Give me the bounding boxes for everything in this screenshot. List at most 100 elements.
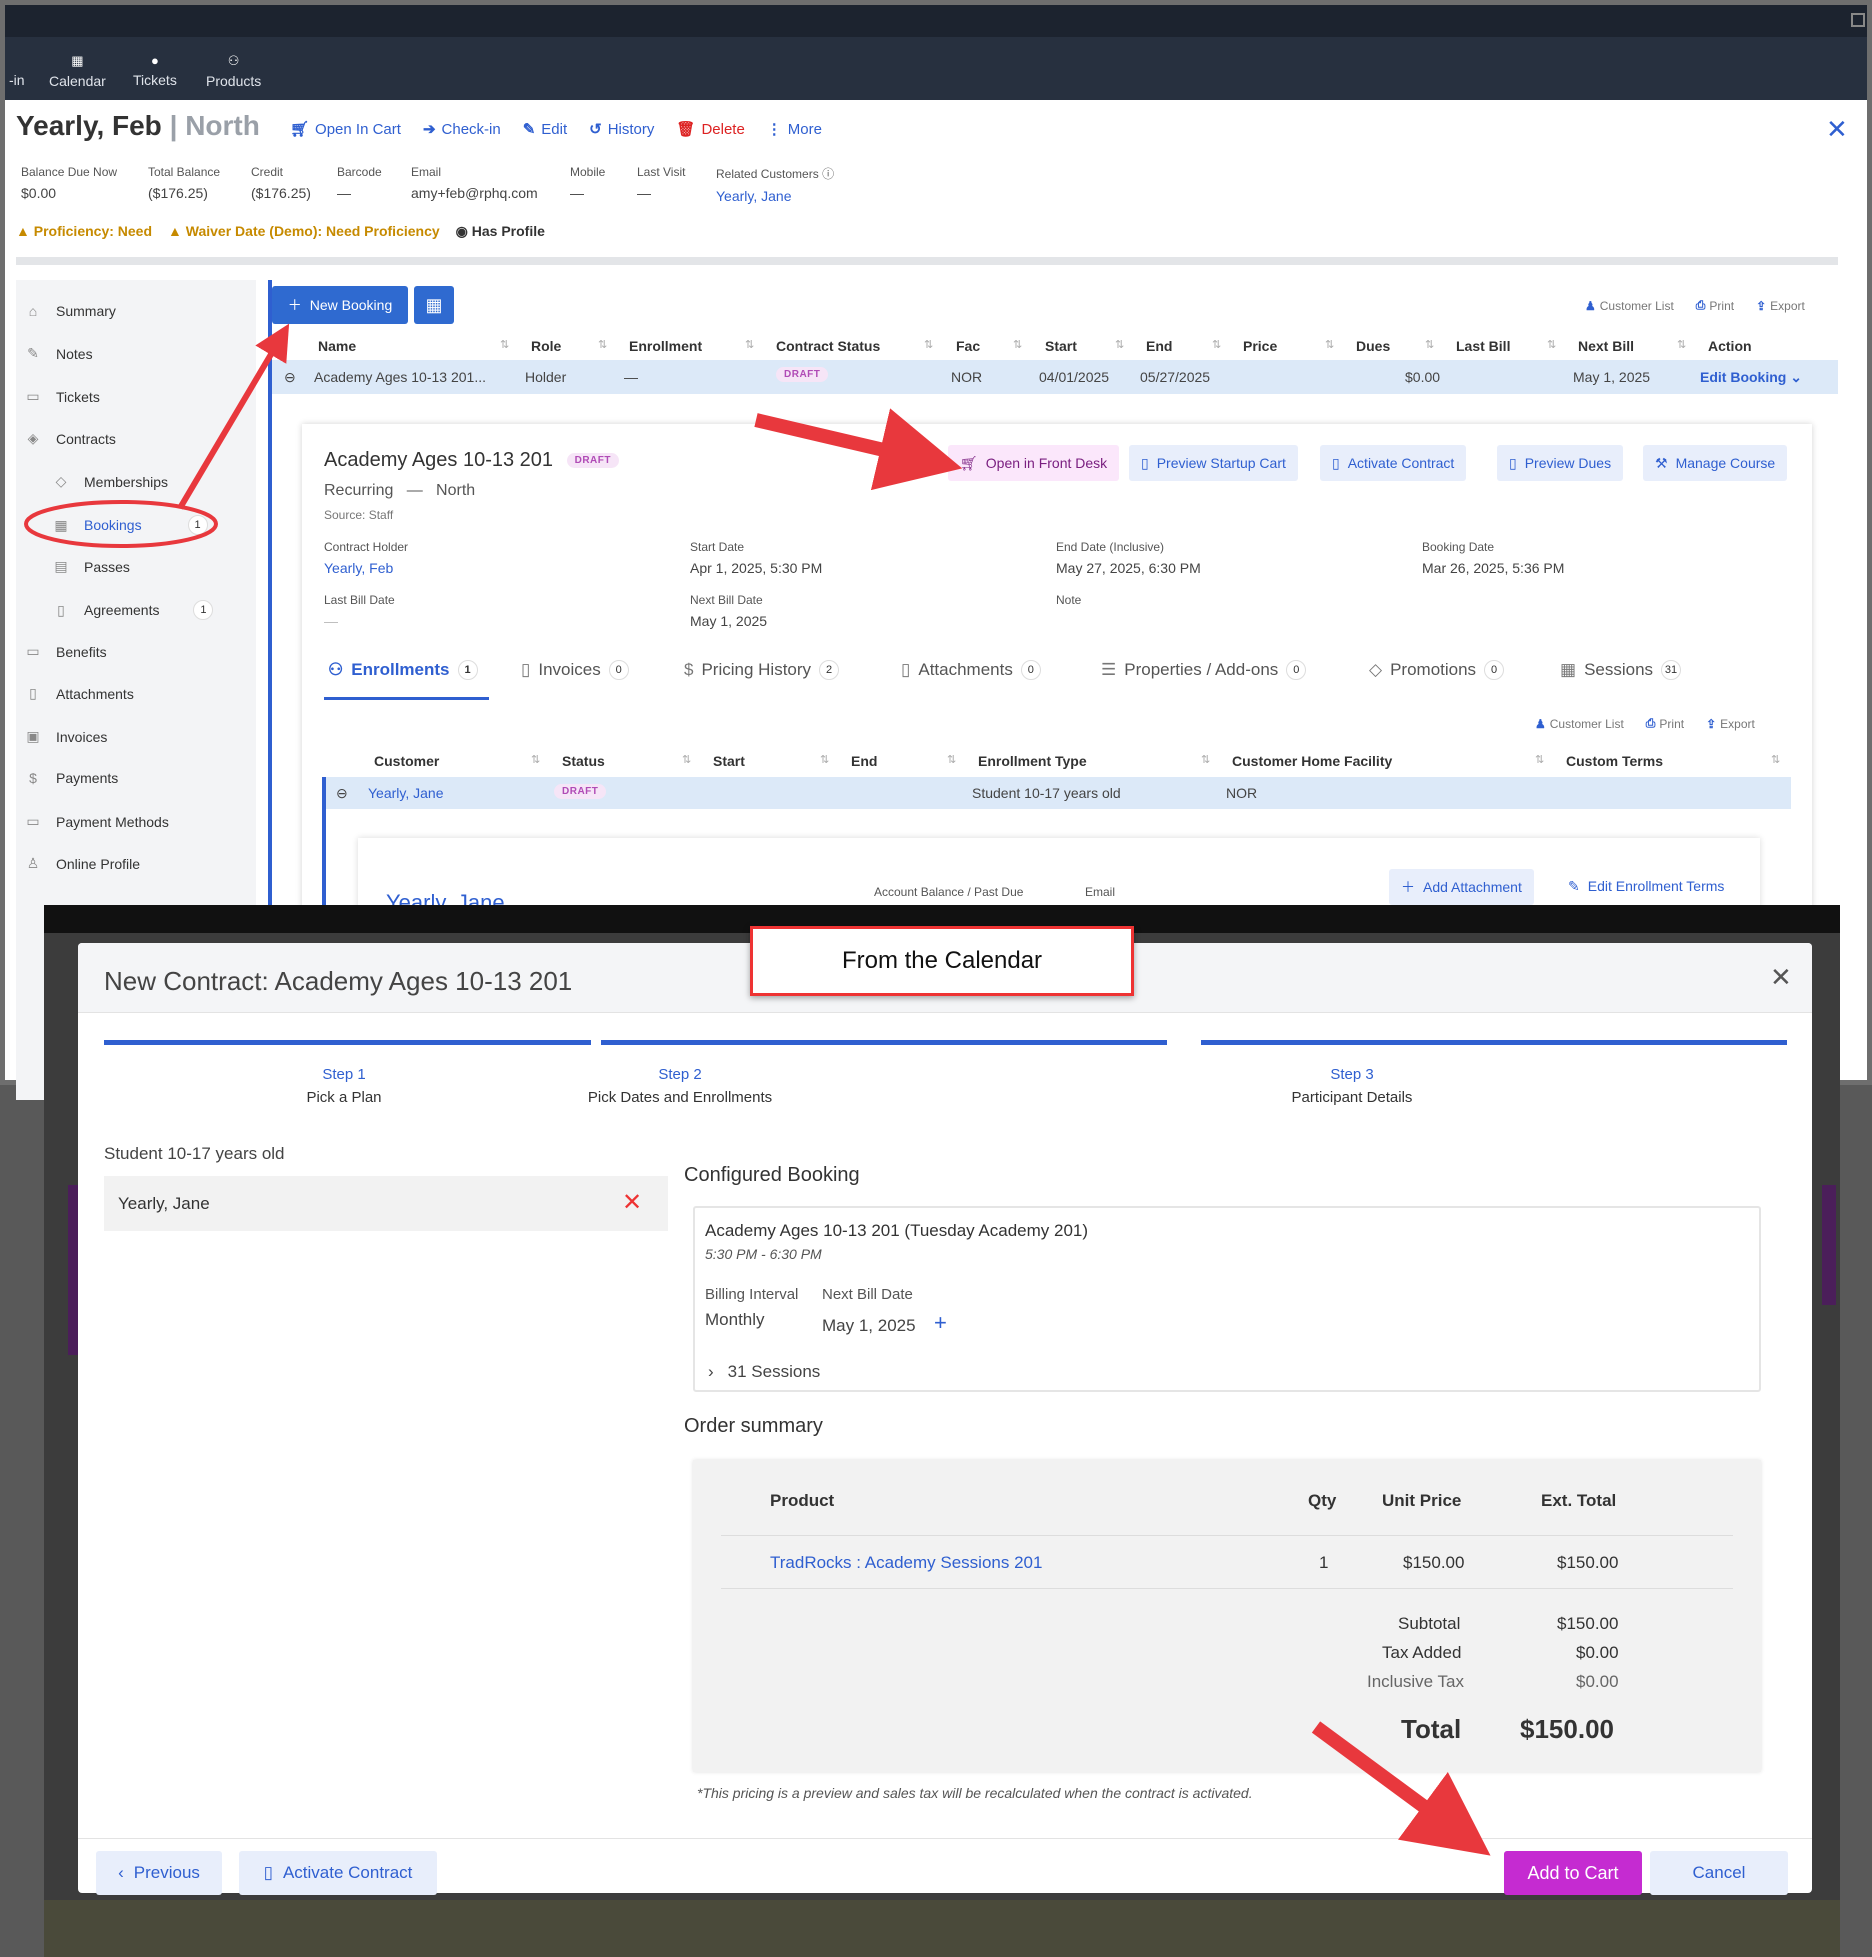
sort-icon[interactable]: ⇅ [1547,338,1556,351]
collapse-icon[interactable]: ⊖ [336,785,348,802]
close-icon[interactable]: ✕ [1826,114,1848,145]
col-fac[interactable]: Fac [956,338,980,354]
sort-icon[interactable]: ⇅ [500,338,509,351]
col-start[interactable]: Start [1045,338,1077,354]
history-button[interactable]: ↺ History [589,120,654,139]
step-3[interactable]: Step 3 Participant Details [1202,1066,1502,1106]
remove-participant-icon[interactable]: ✕ [622,1188,642,1217]
preview-startup-cart-button[interactable]: ▯ Preview Startup Cart [1129,445,1298,481]
col-name[interactable]: Name [318,338,356,354]
sort-icon[interactable]: ⇅ [1115,338,1124,351]
print-button[interactable]: ⎙ Print [1696,298,1734,313]
sort-icon[interactable]: ⇅ [1201,753,1210,766]
step-2[interactable]: Step 2 Pick Dates and Enrollments [530,1066,830,1106]
sidebar-item-benefits[interactable]: ▭ Benefits [24,643,106,660]
tab-promotions[interactable]: ◇ Promotions 0 [1369,660,1505,680]
sidebar-item-notes[interactable]: ✎ Notes [24,345,92,362]
sidebar-item-payment-methods[interactable]: ▭ Payment Methods [24,813,168,830]
tab-attachments[interactable]: ▯ Attachments 0 [901,660,1041,680]
preview-dues-button[interactable]: ▯ Preview Dues [1497,445,1624,481]
sort-icon[interactable]: ⇅ [924,338,933,351]
sort-icon[interactable]: ⇅ [1535,753,1544,766]
contract-holder-link[interactable]: Yearly, Feb [324,560,393,576]
add-to-cart-button[interactable]: Add to Cart [1504,1851,1642,1895]
table-row[interactable]: ⊖ Yearly, Jane DRAFT Student 10-17 years… [326,777,1791,809]
sidebar-item-summary[interactable]: ⌂ Summary [24,303,116,319]
order-product-link[interactable]: TradRocks : Academy Sessions 201 [770,1553,1042,1573]
collapse-icon[interactable]: ⊖ [284,369,296,386]
related-customer-link[interactable]: Yearly, Jane [716,188,792,204]
tab-invoices[interactable]: ▯ Invoices 0 [521,660,629,680]
open-in-front-desk-button[interactable]: 🛒︎ Open in Front Desk [948,445,1120,481]
step-1[interactable]: Step 1 Pick a Plan [244,1066,444,1106]
sidebar-item-memberships[interactable]: ◇ Memberships [52,473,168,490]
sort-icon[interactable]: ⇅ [1325,338,1334,351]
sort-icon[interactable]: ⇅ [1425,338,1434,351]
previous-button[interactable]: ‹ Previous [96,1851,222,1895]
window-maximize-icon[interactable] [1851,13,1865,27]
nav-item-cut[interactable]: -in [9,53,25,88]
tab-properties-addons[interactable]: ☰ Properties / Add-ons 0 [1101,660,1307,680]
nav-item-calendar[interactable]: ▦ Calendar [49,53,106,89]
more-button[interactable]: ⋮ More [767,120,822,139]
activate-contract-button[interactable]: ▯ Activate Contract [1320,445,1467,481]
export-button[interactable]: ⇪ Export [1706,716,1755,731]
help-icon[interactable]: ⓘ [822,167,834,181]
delete-button[interactable]: 🗑︎ Delete [676,120,744,139]
sort-icon[interactable]: ⇅ [598,338,607,351]
edit-enrollment-terms-button[interactable]: ✎ Edit Enrollment Terms [1568,878,1724,895]
sidebar-item-bookings[interactable]: ▦ Bookings 1 [52,515,208,535]
sort-icon[interactable]: ⇅ [745,338,754,351]
open-in-cart-button[interactable]: 🛒︎ Open In Cart [290,120,401,139]
edit-button[interactable]: ✎ Edit [523,120,567,139]
export-button[interactable]: ⇪ Export [1756,298,1805,313]
tab-pricing-history[interactable]: $ Pricing History 2 [684,660,840,680]
sort-icon[interactable]: ⇅ [1212,338,1221,351]
col-next-bill[interactable]: Next Bill [1578,338,1634,354]
add-date-icon[interactable]: + [934,1310,947,1336]
add-attachment-button[interactable]: ＋ Add Attachment [1389,869,1534,905]
col-dues[interactable]: Dues [1356,338,1390,354]
new-booking-button[interactable]: ＋ New Booking [272,286,408,324]
col-price[interactable]: Price [1243,338,1277,354]
nav-item-products[interactable]: ⚇ Products [206,53,261,89]
sidebar-item-invoices[interactable]: ▣ Invoices [24,728,107,745]
tab-enrollments[interactable]: ⚇ Enrollments 1 [328,660,478,680]
sort-icon[interactable]: ⇅ [947,753,956,766]
sort-icon[interactable]: ⇅ [1771,753,1780,766]
col-end[interactable]: End [1146,338,1172,354]
close-icon[interactable]: ✕ [1770,962,1792,993]
sort-icon[interactable]: ⇅ [531,753,540,766]
agreements-count-badge: 1 [193,600,214,620]
col-last-bill[interactable]: Last Bill [1456,338,1510,354]
col-contract-status[interactable]: Contract Status [776,338,880,354]
check-in-button[interactable]: ➔ Check-in [423,120,501,139]
table-row[interactable]: ⊖ Academy Ages 10-13 201... Holder — DRA… [272,360,1838,394]
nav-item-tickets[interactable]: ● Tickets [133,53,177,88]
tab-sessions[interactable]: ▦ Sessions 31 [1560,660,1682,680]
sidebar-item-agreements[interactable]: ▯ Agreements 1 [52,600,214,620]
sort-icon[interactable]: ⇅ [1013,338,1022,351]
sidebar-item-attachments[interactable]: ▯ Attachments [24,685,134,702]
sort-icon[interactable]: ⇅ [682,753,691,766]
sidebar-item-passes[interactable]: ▤ Passes [52,558,130,575]
customer-list-button[interactable]: ♟ Customer List [1535,716,1624,731]
sidebar-item-online-profile[interactable]: ♙ Online Profile [24,855,140,872]
customer-list-button[interactable]: ♟ Customer List [1585,298,1674,313]
sort-icon[interactable]: ⇅ [1677,338,1686,351]
enrolled-customer-link[interactable]: Yearly, Jane [368,785,444,801]
sessions-toggle[interactable]: › 31 Sessions [708,1362,820,1382]
col-role[interactable]: Role [531,338,561,354]
sidebar-item-payments[interactable]: $ Payments [24,770,118,786]
cancel-button[interactable]: Cancel [1650,1851,1788,1895]
sidebar-item-tickets[interactable]: ▭ Tickets [24,388,99,405]
print-button[interactable]: ⎙ Print [1646,716,1684,731]
sort-icon[interactable]: ⇅ [820,753,829,766]
grid-view-button[interactable]: ▦ [414,286,454,324]
edit-booking-button[interactable]: Edit Booking ⌄ [1700,369,1802,386]
col-enrollment[interactable]: Enrollment [629,338,702,354]
sidebar-item-contracts[interactable]: ◈ Contracts [24,430,116,447]
manage-course-button[interactable]: ⚒ Manage Course [1643,445,1788,481]
activate-contract-button[interactable]: ▯ Activate Contract [239,1851,437,1895]
trash-icon: 🗑︎ [676,121,696,138]
